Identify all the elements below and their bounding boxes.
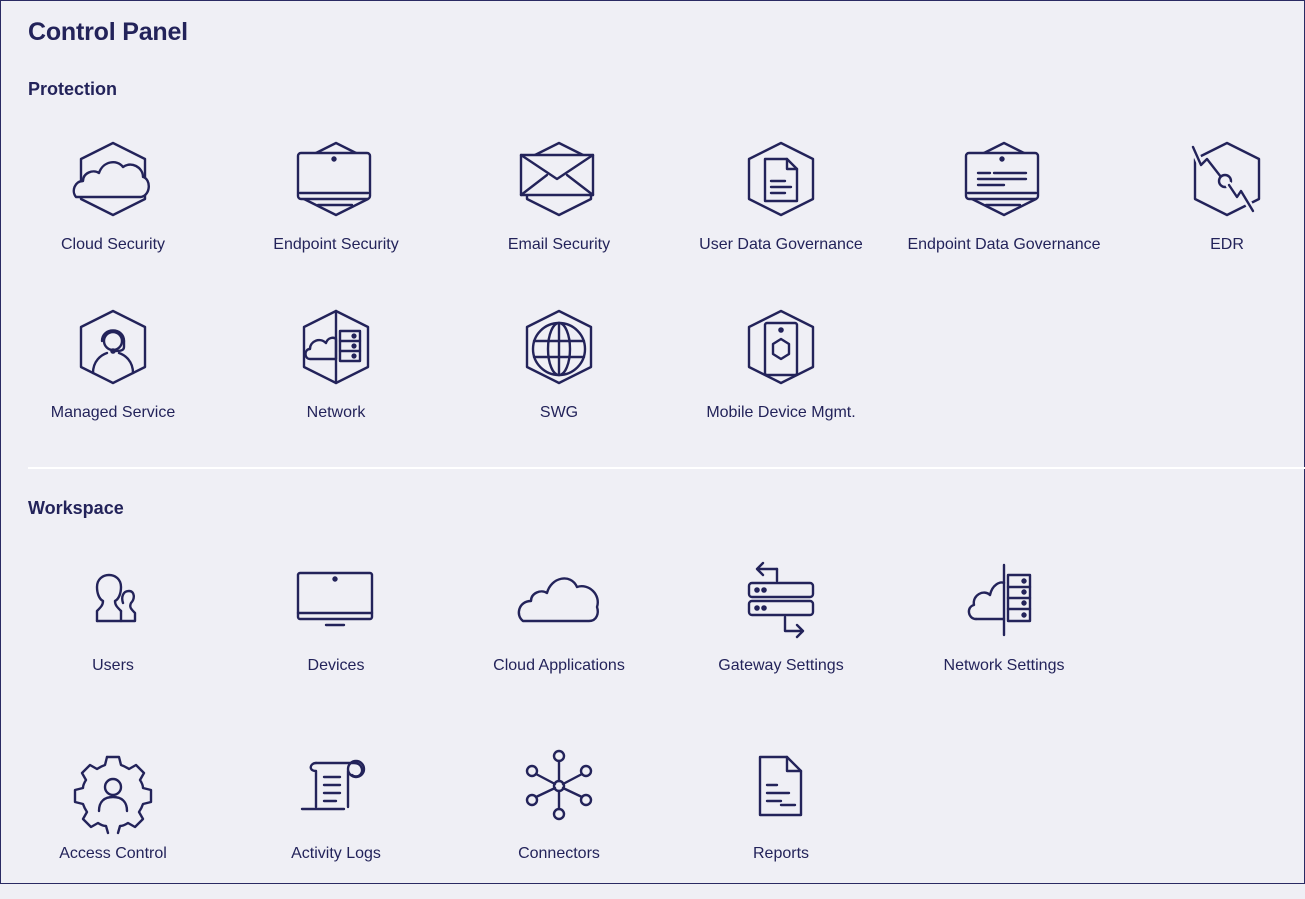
tile-label: User Data Governance [699,236,863,253]
cloud-icon [517,577,599,623]
mobile-hexagon-icon [747,309,815,385]
tile-label: Devices [307,657,365,674]
scroll-log-icon [300,759,366,811]
document-hexagon-icon [747,141,815,217]
section-title-workspace: Workspace [28,498,124,518]
tile-label: Cloud Applications [493,657,625,674]
envelope-hexagon-icon [519,141,595,217]
tile-user-data-governance[interactable]: User Data Governance [670,139,892,289]
globe-hexagon-icon [525,309,593,385]
tile-activity-logs[interactable]: Activity Logs [225,749,447,899]
cloud-server-icon [967,563,1032,637]
edr-hexagon-icon [1189,141,1261,217]
tile-network-settings[interactable]: Network Settings [893,561,1115,711]
tile-endpoint-data-governance[interactable]: Endpoint Data Governance [893,139,1115,289]
tile-reports[interactable]: Reports [670,749,892,899]
tile-label: Network [306,404,366,421]
tile-gateway-settings[interactable]: Gateway Settings [670,561,892,711]
tile-label: Mobile Device Mgmt. [706,404,856,421]
control-panel-window: Control Panel Protection Cloud Security … [0,0,1305,884]
tile-label: Endpoint Data Governance [907,236,1101,253]
tile-label: Network Settings [943,657,1065,674]
tile-edr[interactable]: EDR [1116,139,1305,289]
tile-cloud-applications[interactable]: Cloud Applications [448,561,670,711]
page-title: Control Panel [28,18,188,46]
tile-label: EDR [1210,236,1244,253]
gear-user-icon [73,755,153,835]
users-icon [95,573,137,623]
tile-email-security[interactable]: Email Security [448,139,670,289]
tile-cloud-security[interactable]: Cloud Security [2,139,224,289]
network-hexagon-icon [302,309,370,385]
cloud-hexagon-icon [72,141,150,217]
tile-endpoint-security[interactable]: Endpoint Security [225,139,447,289]
tile-label: Gateway Settings [718,657,844,674]
tile-users[interactable]: Users [2,561,224,711]
tile-label: Access Control [59,845,167,862]
tile-swg[interactable]: SWG [448,307,670,457]
tile-mobile-device-mgmt[interactable]: Mobile Device Mgmt. [670,307,892,457]
tile-access-control[interactable]: Access Control [2,749,224,899]
monitor-icon [296,571,374,627]
tile-label: Reports [752,845,810,862]
gateway-servers-icon [747,561,815,639]
tile-label: SWG [539,404,579,421]
hub-nodes-icon [525,749,593,821]
tile-label: Cloud Security [60,236,166,253]
laptop-hexagon-icon [296,141,372,217]
tile-label: Managed Service [50,404,176,421]
tile-label: Email Security [507,236,611,253]
tile-managed-service[interactable]: Managed Service [2,307,224,457]
tile-label: Connectors [518,845,600,862]
tile-label: Endpoint Security [273,236,399,253]
laptop-document-hexagon-icon [964,141,1040,217]
tile-connectors[interactable]: Connectors [448,749,670,899]
tile-devices[interactable]: Devices [225,561,447,711]
tile-label: Activity Logs [291,845,381,862]
tile-label: Users [92,657,134,674]
headset-agent-hexagon-icon [79,309,147,385]
tile-network[interactable]: Network [225,307,447,457]
section-title-protection: Protection [28,79,118,99]
section-divider [28,467,1305,469]
report-document-icon [758,755,803,817]
